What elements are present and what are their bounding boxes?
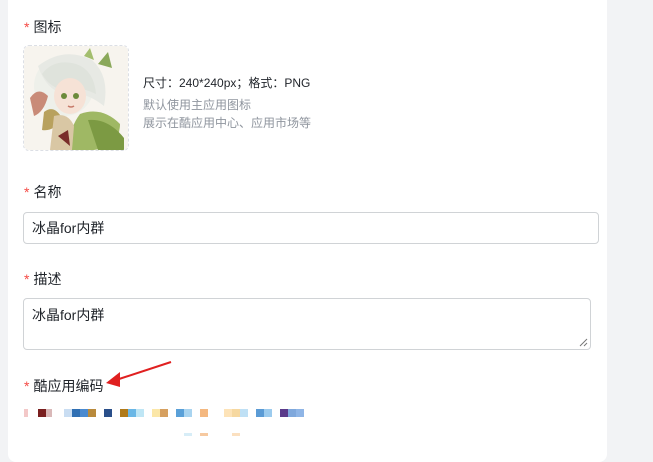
icon-hint-size: 尺寸：240*240px；格式：PNG: [143, 76, 311, 90]
required-mark: *: [24, 19, 30, 35]
name-input[interactable]: 冰晶for内群: [23, 212, 599, 244]
icon-hint-default: 默认使用主应用图标: [143, 98, 252, 112]
desc-label-text: 描述: [33, 271, 62, 287]
desc-textarea-value: 冰晶for内群: [32, 307, 105, 323]
form-card: * 图标 尺寸：240*240px；格式：PNG 默认使用主应用图标 展示在酷应…: [8, 0, 607, 462]
app-icon-image: [24, 46, 128, 150]
code-label-text: 酷应用编码: [33, 378, 104, 394]
required-mark: *: [24, 378, 30, 394]
app-icon-uploader[interactable]: [23, 45, 129, 151]
resize-grip-icon[interactable]: [579, 338, 588, 347]
required-mark: *: [24, 271, 30, 287]
desc-textarea[interactable]: 冰晶for内群: [23, 298, 591, 350]
name-label-text: 名称: [33, 184, 62, 200]
required-mark: *: [24, 184, 30, 200]
desc-field-label: * 描述: [24, 269, 61, 289]
icon-field-label: * 图标: [24, 17, 61, 37]
code-field-label: * 酷应用编码: [24, 376, 103, 396]
icon-label-text: 图标: [33, 19, 62, 35]
icon-hint-display: 展示在酷应用中心、应用市场等: [143, 116, 312, 130]
name-field-label: * 名称: [24, 182, 61, 202]
